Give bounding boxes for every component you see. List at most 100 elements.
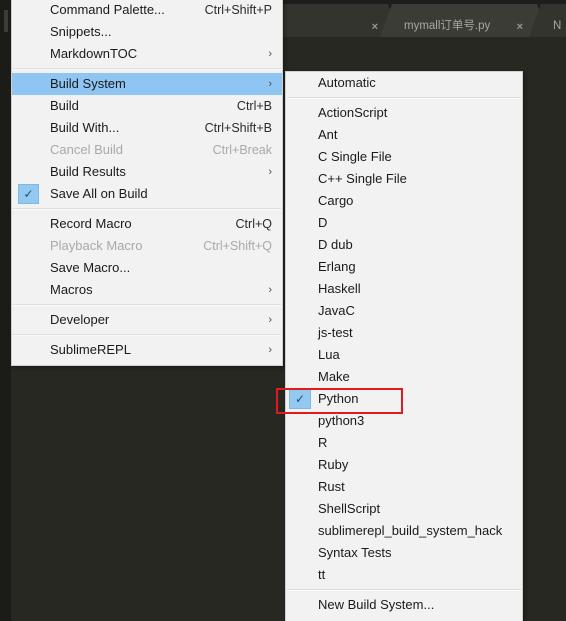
submenu-item-label: python3 (318, 413, 365, 428)
menu-item-label: Record Macro (50, 216, 132, 231)
tab-left-edge-icon (529, 4, 541, 37)
submenu-item-label: JavaC (318, 303, 355, 318)
menu-item-shortcut: Ctrl+Q (235, 217, 272, 231)
submenu-item-syntax-tests[interactable]: Syntax Tests (286, 542, 522, 564)
submenu-item-separator (287, 97, 521, 99)
submenu-item-ant[interactable]: Ant (286, 124, 522, 146)
tab-left-edge-icon (380, 4, 392, 37)
submenu-item-label: Ant (318, 127, 338, 142)
menu-item-label: SublimeREPL (50, 342, 131, 357)
submenu-item-erlang[interactable]: Erlang (286, 256, 522, 278)
menu-item-save-macro[interactable]: Save Macro... (12, 257, 282, 279)
submenu-item-actionscript[interactable]: ActionScript (286, 102, 522, 124)
menu-item-label: Save Macro... (50, 260, 131, 275)
checkmark-icon: ✓ (18, 184, 39, 204)
chevron-right-icon: › (268, 314, 272, 326)
menu-item-save-all-on-build[interactable]: ✓ Save All on Build (12, 183, 282, 205)
submenu-item-cargo[interactable]: Cargo (286, 190, 522, 212)
submenu-item-label: Python (318, 391, 359, 406)
menu-item-separator (13, 208, 281, 210)
close-icon[interactable]: × (517, 13, 523, 41)
menu-item-shortcut: Ctrl+B (236, 99, 272, 113)
menu-item-label: Build System (50, 76, 126, 91)
submenu-item-shellscript[interactable]: ShellScript (286, 498, 522, 520)
chevron-right-icon: › (268, 166, 272, 178)
submenu-item-label: D (318, 215, 328, 230)
close-icon[interactable]: × (372, 13, 378, 41)
menu-item-macros[interactable]: Macros › (12, 279, 282, 301)
menu-item-label: MarkdownTOC (50, 46, 138, 61)
submenu-item-ruby[interactable]: Ruby (286, 454, 522, 476)
build-system-submenu[interactable]: Automatic ActionScript Ant C Single File C++… (285, 71, 523, 621)
sidebar-strip-marker (4, 10, 8, 32)
menu-item-build-results[interactable]: Build Results › (12, 161, 282, 183)
menu-item-label: Snippets... (50, 24, 112, 39)
menu-item-separator (13, 304, 281, 306)
menu-item-label: Developer (50, 312, 110, 327)
menu-item-playback-macro: Playback Macro Ctrl+Shift+Q (12, 235, 282, 257)
menu-item-build-system[interactable]: Build System › (12, 73, 282, 95)
menu-item-shortcut: Ctrl+Shift+B (204, 121, 272, 135)
submenu-item-rust[interactable]: Rust (286, 476, 522, 498)
submenu-item-c-single-file[interactable]: C Single File (286, 146, 522, 168)
menu-item-cancel-build: Cancel Build Ctrl+Break (12, 139, 282, 161)
tools-menu[interactable]: Command Palette... Ctrl+Shift+P Snippets..… (11, 0, 283, 366)
submenu-item-automatic[interactable]: Automatic (286, 72, 522, 94)
submenu-item-label: js-test (318, 325, 353, 340)
submenu-item-sublimerepl-build-system-hack[interactable]: sublimerepl_build_system_hack (286, 520, 522, 542)
menu-item-shortcut: Ctrl+Shift+P (204, 3, 272, 17)
chevron-right-icon: › (268, 344, 272, 356)
chevron-right-icon: › (268, 284, 272, 296)
submenu-item-new-build-system[interactable]: New Build System... (286, 594, 522, 616)
submenu-item-label: Automatic (318, 75, 376, 90)
tab-item-1[interactable]: mymall订单号.py × (380, 4, 549, 37)
submenu-item-haskell[interactable]: Haskell (286, 278, 522, 300)
menu-item-snippets[interactable]: Snippets... (12, 21, 282, 43)
menu-item-shortcut: Ctrl+Shift+Q (203, 239, 272, 253)
checkmark-icon: ✓ (289, 389, 311, 409)
menu-item-shortcut: Ctrl+Break (212, 143, 272, 157)
menu-item-label: Save All on Build (50, 186, 148, 201)
menu-item-label: Macros (50, 282, 93, 297)
submenu-item-label: ActionScript (318, 105, 388, 120)
submenu-item-label: tt (318, 567, 326, 582)
submenu-item-label: C++ Single File (318, 171, 407, 186)
menu-item-label: Playback Macro (50, 238, 143, 253)
submenu-item-label: D dub (318, 237, 353, 252)
menu-item-build[interactable]: Build Ctrl+B (12, 95, 282, 117)
menu-item-command-palette[interactable]: Command Palette... Ctrl+Shift+P (12, 0, 282, 21)
submenu-item-label: Ruby (318, 457, 349, 472)
submenu-item-label: New Build System... (318, 597, 435, 612)
menu-item-markdowntoc[interactable]: MarkdownTOC › (12, 43, 282, 65)
submenu-item-label: Make (318, 369, 350, 384)
submenu-item-tt[interactable]: tt (286, 564, 522, 586)
submenu-item-make[interactable]: Make (286, 366, 522, 388)
submenu-item-r[interactable]: R (286, 432, 522, 454)
submenu-item-python3[interactable]: python3 (286, 410, 522, 432)
tab-item-0[interactable]: × (264, 4, 400, 37)
submenu-item-c-single-file[interactable]: C++ Single File (286, 168, 522, 190)
submenu-item-javac[interactable]: JavaC (286, 300, 522, 322)
submenu-item-d[interactable]: D (286, 212, 522, 234)
tab-label-1: mymall订单号.py (404, 20, 491, 32)
submenu-item-d-dub[interactable]: D dub (286, 234, 522, 256)
menu-item-label: Command Palette... (50, 2, 165, 17)
menu-item-label: Build Results (50, 164, 126, 179)
menu-item-separator (13, 334, 281, 336)
submenu-item-label: Haskell (318, 281, 361, 296)
tab-item-2[interactable]: N (529, 4, 566, 37)
menu-item-build-with[interactable]: Build With... Ctrl+Shift+B (12, 117, 282, 139)
tab-label-2: N (553, 20, 562, 32)
menu-item-sublimerepl[interactable]: SublimeREPL › (12, 339, 282, 361)
submenu-item-label: C Single File (318, 149, 392, 164)
submenu-item-python[interactable]: ✓ Python (286, 388, 522, 410)
chevron-right-icon: › (268, 48, 272, 60)
submenu-item-js-test[interactable]: js-test (286, 322, 522, 344)
submenu-item-lua[interactable]: Lua (286, 344, 522, 366)
menu-item-developer[interactable]: Developer › (12, 309, 282, 331)
menu-item-label: Build With... (50, 120, 120, 135)
menu-item-record-macro[interactable]: Record Macro Ctrl+Q (12, 213, 282, 235)
submenu-item-label: Syntax Tests (318, 545, 392, 560)
submenu-item-separator (287, 589, 521, 591)
menu-item-label: Build (50, 98, 79, 113)
